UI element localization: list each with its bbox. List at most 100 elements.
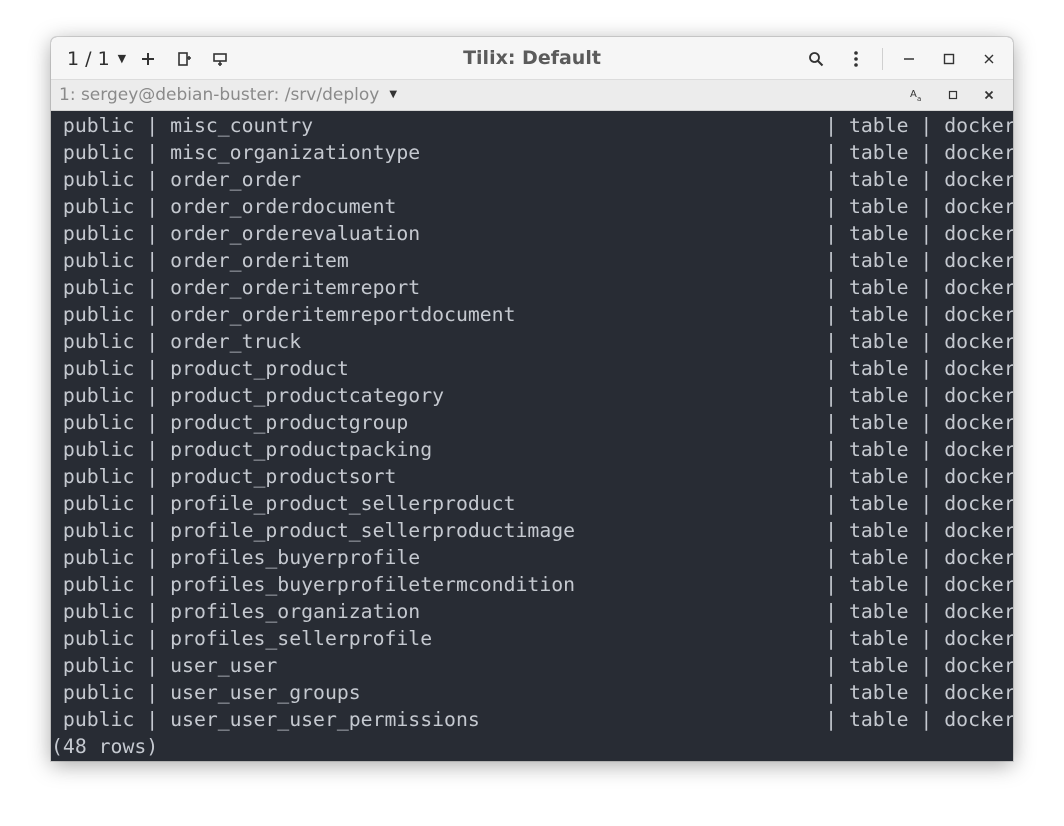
row-owner: docker — [944, 627, 1013, 650]
search-icon — [809, 51, 824, 66]
row-name: profiles_buyerprofile — [170, 546, 814, 569]
row-type: table — [848, 438, 909, 461]
row-schema: public — [62, 411, 135, 434]
terminal-controls: Aa — [899, 80, 1007, 110]
column-separator: | — [134, 330, 171, 353]
split-vertical-icon — [178, 51, 192, 66]
table-row: public | profiles_buyerprofile | table |… — [51, 544, 1013, 571]
row-schema: public — [62, 492, 135, 515]
split-down-button[interactable] — [202, 44, 238, 74]
column-separator: | — [813, 114, 849, 137]
column-separator: | — [908, 114, 945, 137]
row-name: product_productcategory — [170, 384, 814, 407]
row-type: table — [848, 195, 909, 218]
row-schema: public — [62, 222, 135, 245]
row-name: user_user_groups — [170, 681, 814, 704]
row-name: user_user — [170, 654, 814, 677]
maximize-terminal-button[interactable] — [935, 82, 971, 108]
table-row: public | order_truck | table | docker — [51, 328, 1013, 355]
column-separator — [51, 303, 63, 326]
column-separator: | — [908, 249, 945, 272]
row-name: product_product — [170, 357, 814, 380]
column-separator: | — [908, 438, 945, 461]
column-separator: | — [908, 465, 945, 488]
column-separator: | — [134, 627, 171, 650]
terminal-title-menu[interactable]: 1: sergey@debian-buster: /srv/deploy ▼ — [59, 80, 397, 110]
row-owner: docker — [944, 168, 1013, 191]
row-owner: docker — [944, 330, 1013, 353]
table-row: public | order_orderitemreportdocument |… — [51, 301, 1013, 328]
column-separator: | — [134, 276, 171, 299]
maximize-button[interactable] — [929, 44, 969, 74]
column-separator: | — [134, 708, 171, 731]
column-separator: | — [813, 708, 849, 731]
read-only-button[interactable]: Aa — [899, 82, 935, 108]
row-type: table — [848, 654, 909, 677]
column-separator — [51, 222, 63, 245]
row-name: order_orderevaluation — [170, 222, 814, 245]
column-separator: | — [908, 573, 945, 596]
column-separator: | — [134, 411, 171, 434]
row-type: table — [848, 600, 909, 623]
column-separator: | — [134, 195, 171, 218]
column-separator: | — [813, 330, 849, 353]
table-row: public | order_orderdocument | table | d… — [51, 193, 1013, 220]
row-owner: docker — [944, 708, 1013, 731]
svg-text:a: a — [917, 95, 921, 103]
column-separator — [51, 168, 63, 191]
column-separator — [51, 546, 63, 569]
minimize-button[interactable] — [889, 44, 929, 74]
row-owner: docker — [944, 411, 1013, 434]
row-schema: public — [62, 708, 135, 731]
column-separator: | — [908, 519, 945, 542]
row-name: order_orderitem — [170, 249, 814, 272]
maximize-icon — [943, 53, 955, 64]
table-row: public | product_productpacking | table … — [51, 436, 1013, 463]
table-row: public | profile_product_sellerproduct |… — [51, 490, 1013, 517]
session-selector[interactable]: 1 / 1 ▼ — [63, 44, 130, 74]
row-type: table — [848, 708, 909, 731]
chevron-down-icon: ▼ — [389, 89, 398, 100]
column-separator: | — [813, 438, 849, 461]
table-row: public | product_productsort | table | d… — [51, 463, 1013, 490]
terminal-output[interactable]: public | misc_country | table | docker p… — [51, 111, 1013, 761]
row-name: misc_organizationtype — [170, 141, 814, 164]
search-button[interactable] — [796, 44, 836, 74]
row-type: table — [848, 519, 909, 542]
row-owner: docker — [944, 141, 1013, 164]
column-separator — [51, 141, 63, 164]
column-separator: | — [813, 384, 849, 407]
row-schema: public — [62, 330, 135, 353]
row-schema: public — [62, 195, 135, 218]
row-schema: public — [62, 465, 135, 488]
tilix-window: 1 / 1 ▼ Tilix: Default 1: sergey@debian-… — [51, 37, 1013, 761]
menu-button[interactable] — [836, 44, 876, 74]
row-owner: docker — [944, 222, 1013, 245]
row-type: table — [848, 627, 909, 650]
split-right-button[interactable] — [166, 44, 202, 74]
row-name: order_orderitemreport — [170, 276, 814, 299]
close-terminal-button[interactable] — [971, 82, 1007, 108]
row-schema: public — [62, 141, 135, 164]
column-separator: | — [813, 357, 849, 380]
add-session-button[interactable] — [130, 44, 166, 74]
row-schema: public — [62, 654, 135, 677]
column-separator: | — [813, 276, 849, 299]
row-name: profiles_organization — [170, 600, 814, 623]
row-type: table — [848, 141, 909, 164]
row-type: table — [848, 411, 909, 434]
row-type: table — [848, 573, 909, 596]
titlebar: 1 / 1 ▼ Tilix: Default — [51, 37, 1013, 80]
row-type: table — [848, 465, 909, 488]
row-name: order_truck — [170, 330, 814, 353]
column-separator: | — [908, 168, 945, 191]
close-icon — [984, 54, 994, 63]
column-separator: | — [813, 519, 849, 542]
text-size-icon: Aa — [910, 89, 921, 103]
plus-icon — [142, 52, 155, 65]
row-schema: public — [62, 546, 135, 569]
column-separator: | — [813, 195, 849, 218]
terminal-titlebar: 1: sergey@debian-buster: /srv/deploy ▼ A… — [51, 80, 1013, 111]
close-button[interactable] — [969, 44, 1009, 74]
row-schema: public — [62, 573, 135, 596]
